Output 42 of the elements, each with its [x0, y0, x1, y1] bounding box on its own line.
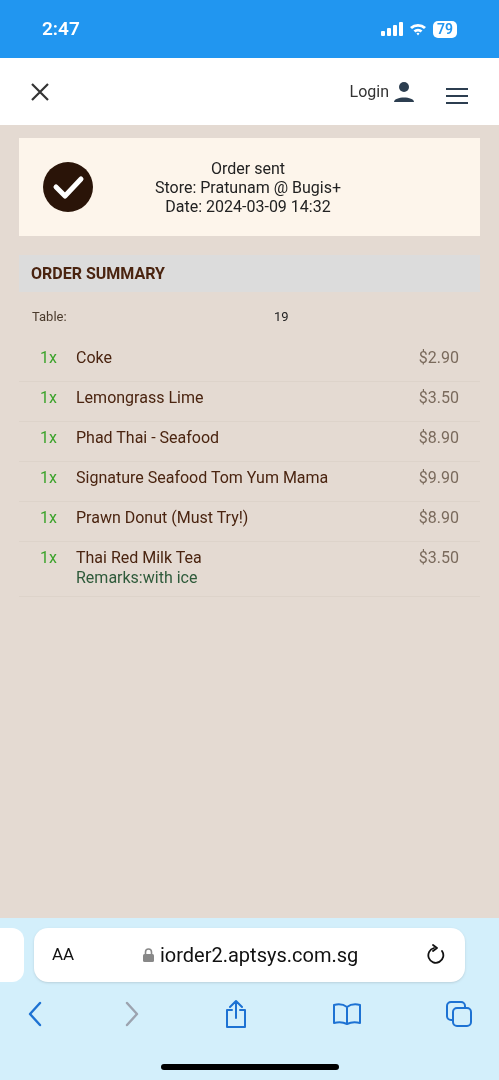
date-text: Date: 2024-03-09 14:32 — [165, 196, 331, 216]
item-price: $8.90 — [418, 428, 459, 449]
item-quantity: 1x — [40, 548, 58, 569]
tabs-icon[interactable] — [445, 1000, 473, 1028]
table-label: Table: — [32, 308, 68, 327]
item-price: $3.50 — [418, 388, 459, 409]
item-remarks: Remarks:with ice — [76, 568, 199, 588]
login-button[interactable]: Login — [349, 79, 415, 104]
item-quantity: 1x — [40, 348, 58, 369]
summary-title: ORDER SUMMARY — [31, 262, 165, 285]
item-name: Thai Red Milk Tea — [76, 548, 203, 568]
battery-indicator: 79 — [433, 20, 457, 38]
item-name: Signature Seafood Tom Yum Mama — [76, 468, 330, 488]
item-price: $2.90 — [418, 348, 459, 369]
user-icon — [393, 80, 415, 103]
status-time: 2:47 — [42, 15, 80, 42]
reload-icon[interactable] — [427, 944, 447, 966]
lock-icon — [142, 948, 154, 962]
address-bar[interactable]: AA iorder2.aptsys.com.sg — [34, 928, 465, 982]
item-name: Lemongrass Lime — [76, 388, 205, 408]
item-quantity: 1x — [40, 388, 58, 409]
check-circle-icon — [43, 162, 93, 212]
signal-icon — [381, 22, 403, 36]
item-quantity: 1x — [40, 428, 58, 449]
store-text: Store: Pratunam @ Bugis+ — [154, 177, 342, 197]
wifi-icon — [409, 22, 427, 36]
book-icon[interactable] — [331, 1002, 362, 1026]
item-name: Phad Thai - Seafood — [76, 428, 221, 448]
menu-icon[interactable] — [445, 86, 469, 105]
item-name: Prawn Donut (Must Try!) — [76, 508, 250, 528]
item-price: $8.90 — [418, 508, 459, 529]
close-icon[interactable] — [30, 81, 50, 102]
text-size-button[interactable]: AA — [52, 942, 75, 968]
item-price: $9.90 — [418, 468, 459, 489]
back-icon[interactable] — [28, 1001, 42, 1027]
item-name: Coke — [76, 348, 113, 368]
url-text: iorder2.aptsys.com.sg — [159, 942, 359, 969]
table-number: 19 — [274, 308, 289, 327]
order-status-title: Order sent — [211, 158, 285, 178]
item-price: $3.50 — [418, 548, 459, 569]
item-quantity: 1x — [40, 468, 58, 489]
item-quantity: 1x — [40, 508, 58, 529]
